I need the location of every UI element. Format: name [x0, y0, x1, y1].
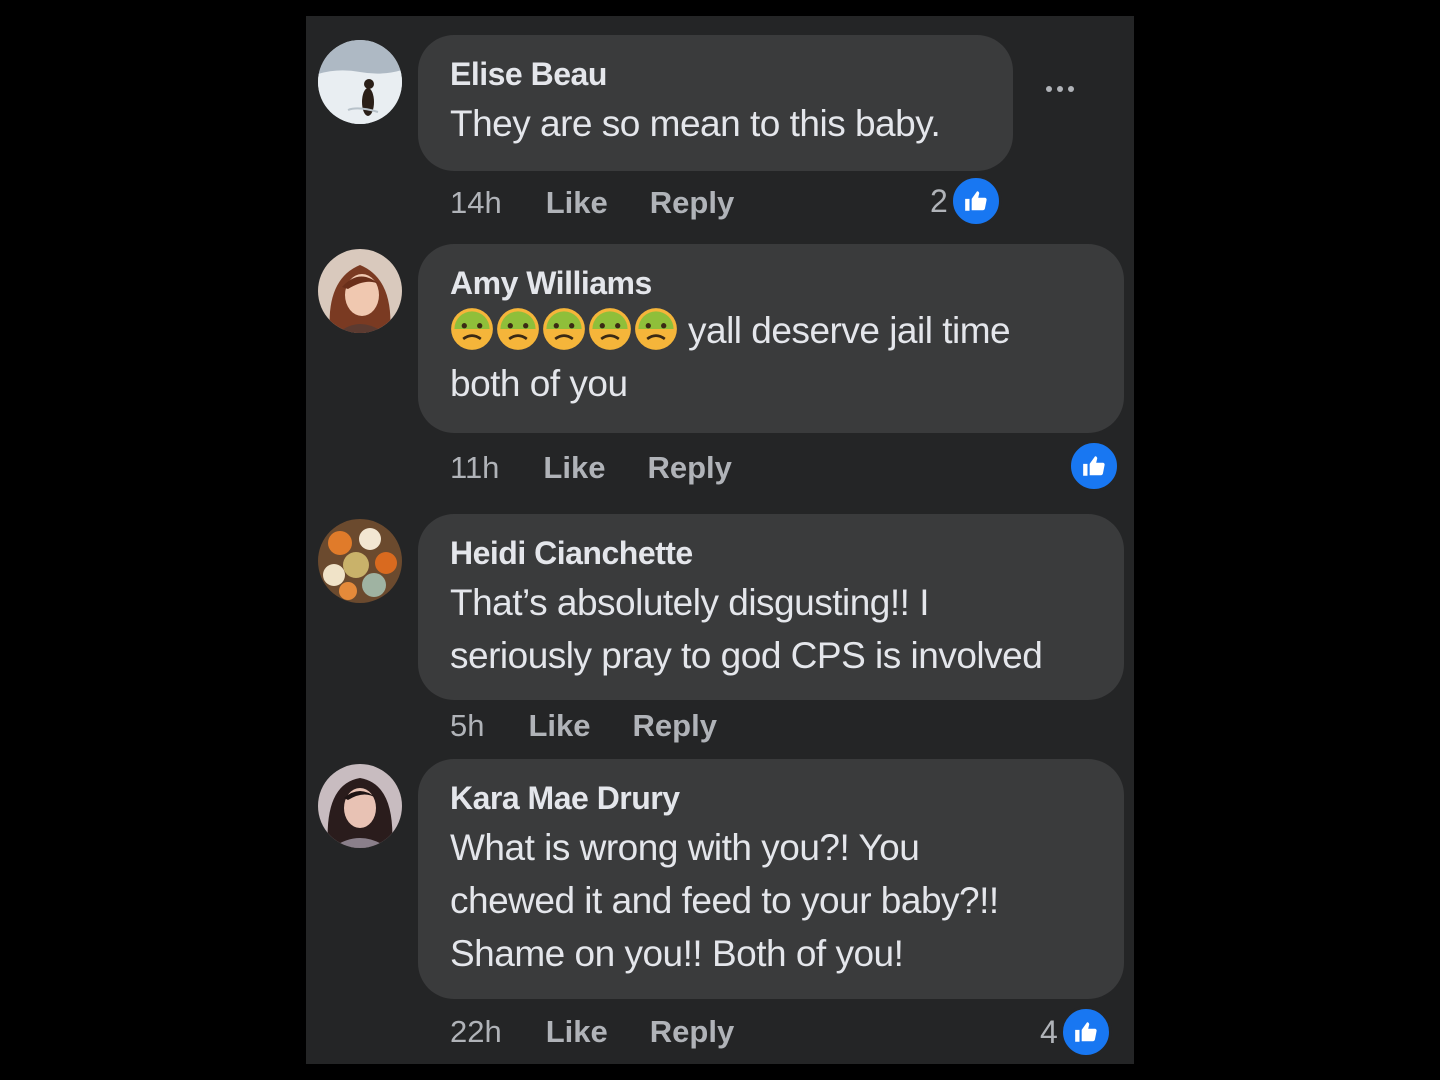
- comment-timestamp[interactable]: 5h: [450, 708, 484, 744]
- comment-bubble-2: Amy Williams yall deserve jail time both…: [418, 244, 1124, 433]
- comment-timestamp[interactable]: 11h: [450, 450, 499, 486]
- like-button[interactable]: Like: [528, 708, 590, 744]
- comment-actions-2: 11h Like Reply: [450, 448, 732, 488]
- comment-author[interactable]: Elise Beau: [450, 55, 981, 93]
- reply-button[interactable]: Reply: [647, 450, 731, 486]
- comment-text-line: both of you: [450, 363, 628, 404]
- like-button[interactable]: Like: [546, 1014, 608, 1050]
- comment-text-line: They are so mean to this baby.: [450, 103, 941, 144]
- comment-bubble-3: Heidi Cianchette That’s absolutely disgu…: [418, 514, 1124, 700]
- comment-actions-1: 14h Like Reply: [450, 183, 734, 223]
- avatar-heidi-cianchette[interactable]: [318, 519, 402, 603]
- comment-text-line: That’s absolutely disgusting!! I: [450, 582, 929, 623]
- reaction-summary-2[interactable]: [1068, 440, 1120, 492]
- avatar-elise-beau[interactable]: [318, 40, 402, 124]
- more-options-icon[interactable]: [1046, 86, 1074, 92]
- nauseated-face-emoji: [589, 308, 631, 351]
- reaction-summary-1[interactable]: 2: [930, 175, 1002, 227]
- nauseated-face-emoji: [451, 308, 493, 351]
- comment-bubble-1: Elise Beau They are so mean to this baby…: [418, 35, 1013, 171]
- woman-dark-hair-avatar: [318, 764, 402, 848]
- pumpkins-avatar: [318, 519, 402, 603]
- comment-author[interactable]: Amy Williams: [450, 264, 1092, 302]
- reaction-count: 2: [930, 182, 948, 219]
- reply-button[interactable]: Reply: [650, 185, 734, 221]
- like-button[interactable]: Like: [543, 450, 605, 486]
- comments-panel: Elise Beau They are so mean to this baby…: [306, 16, 1134, 1064]
- comment-timestamp[interactable]: 22h: [450, 1014, 502, 1050]
- comment-bubble-4: Kara Mae Drury What is wrong with you?! …: [418, 759, 1124, 999]
- comment-author[interactable]: Kara Mae Drury: [450, 779, 1092, 817]
- comment-text-line: chewed it and feed to your baby?!!: [450, 880, 999, 921]
- nauseated-face-emoji: [543, 308, 585, 351]
- woman-red-hair-avatar: [318, 249, 402, 333]
- nauseated-face-emoji: [635, 308, 677, 351]
- comment-text-line: Shame on you!! Both of you!: [450, 933, 904, 974]
- reaction-count: 4: [1040, 1013, 1058, 1050]
- comment-text-line: What is wrong with you?! You: [450, 827, 920, 868]
- comment-actions-3: 5h Like Reply: [450, 706, 717, 746]
- nauseated-face-emoji-group: [450, 307, 678, 351]
- nauseated-face-emoji: [497, 308, 539, 351]
- comment-text-line: yall deserve jail time: [450, 304, 1092, 357]
- thumbs-up-icon: [1068, 440, 1120, 492]
- comment-text-fragment: yall deserve jail time: [688, 310, 1011, 351]
- like-button[interactable]: Like: [546, 185, 608, 221]
- thumbs-up-icon: [949, 175, 1002, 227]
- snow-landscape-dog-avatar: [318, 40, 402, 124]
- comment-text-line: seriously pray to god CPS is involved: [450, 635, 1043, 676]
- comment-timestamp[interactable]: 14h: [450, 185, 502, 221]
- reply-button[interactable]: Reply: [650, 1014, 734, 1050]
- avatar-kara-mae-drury[interactable]: [318, 764, 402, 848]
- comment-actions-4: 22h Like Reply: [450, 1012, 734, 1052]
- comment-author[interactable]: Heidi Cianchette: [450, 534, 1092, 572]
- reply-button[interactable]: Reply: [633, 708, 717, 744]
- thumbs-up-icon: [1059, 1006, 1112, 1058]
- avatar-amy-williams[interactable]: [318, 249, 402, 333]
- reaction-summary-4[interactable]: 4: [1040, 1006, 1112, 1058]
